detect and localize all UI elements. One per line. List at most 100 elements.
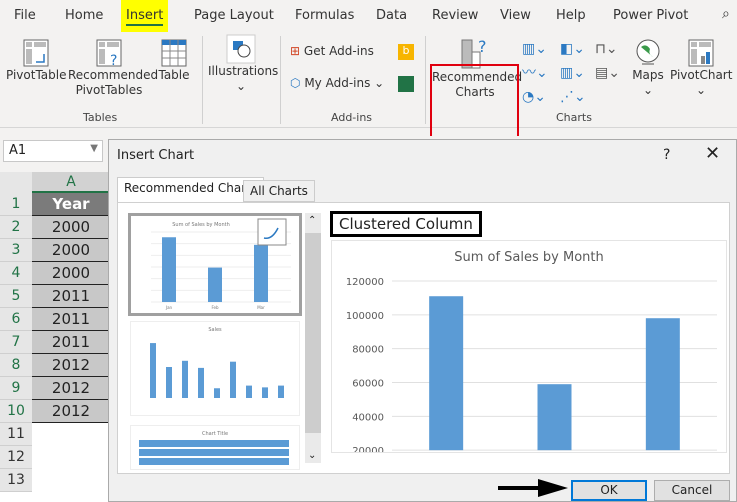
row-header[interactable]: 2 (0, 216, 32, 239)
tab-review[interactable]: Review (432, 8, 478, 23)
table-icon (161, 39, 187, 67)
recommended-pivot-icon (257, 218, 287, 246)
cell[interactable]: 2011 (32, 285, 110, 308)
thumbnail-hbar (139, 458, 289, 465)
globe-icon (636, 39, 660, 65)
thumbnail-scrollbar[interactable]: ⌃ ⌄ (305, 213, 321, 463)
tab-formulas[interactable]: Formulas (295, 8, 354, 23)
tab-view[interactable]: View (500, 8, 531, 23)
row-header[interactable]: 6 (0, 308, 32, 331)
cell[interactable]: Year (32, 193, 110, 216)
arrow-annotation (498, 479, 568, 497)
thumbnail-sales[interactable]: Sales (130, 321, 300, 416)
scroll-up-icon[interactable]: ⌃ (308, 215, 316, 226)
thumbnail-bar (166, 367, 172, 398)
ok-button[interactable]: OK (571, 480, 647, 501)
tab-file[interactable]: File (14, 8, 36, 23)
dialog-title: Insert Chart (117, 148, 195, 163)
y-tick-label: 120000 (346, 277, 384, 288)
get-addins-button[interactable]: ⊞ Get Add-ins (290, 44, 374, 58)
recommended-pivottables-label: Recommended PivotTables (68, 68, 159, 97)
illustrations-button[interactable]: Illustrations ⌄ (208, 34, 278, 94)
tab-insert[interactable]: Insert (121, 0, 169, 32)
chevron-down-icon[interactable]: ▼ (90, 143, 98, 154)
separator (280, 36, 281, 124)
illustrations-label: Illustrations (208, 64, 279, 78)
row-header[interactable]: 13 (0, 469, 32, 492)
cell[interactable]: 2011 (32, 331, 110, 354)
name-box[interactable]: A1 ▼ (3, 140, 103, 162)
help-button[interactable]: ? (663, 147, 670, 163)
row-header[interactable]: 8 (0, 354, 32, 377)
tab-all-charts[interactable]: All Charts (243, 180, 315, 202)
thumbnail-bar-chart[interactable]: Chart Title (130, 425, 300, 470)
pivottable-button[interactable]: PivotTable (6, 38, 67, 83)
scroll-down-icon[interactable]: ⌄ (308, 450, 316, 461)
cell[interactable]: 2012 (32, 400, 110, 423)
thumbnail-bar (182, 360, 188, 398)
thumbnail-bar (278, 385, 284, 398)
cell[interactable]: 2012 (32, 354, 110, 377)
name-box-value: A1 (9, 143, 27, 158)
table-label: Table (158, 68, 190, 82)
my-addins-button[interactable]: ⬡ My Add-ins ⌄ (290, 76, 384, 90)
search-icon[interactable]: ⌕ (722, 6, 730, 22)
row-header[interactable]: 5 (0, 285, 32, 308)
cell[interactable]: 2000 (32, 239, 110, 262)
bing-maps-icon[interactable]: b (398, 44, 414, 60)
row-header[interactable]: 10 (0, 400, 32, 423)
pivotchart-label: PivotChart (670, 68, 733, 82)
thumbnail-chart-2: Sales (150, 327, 284, 398)
column-header-a[interactable]: A (32, 172, 110, 193)
svg-text:?: ? (110, 53, 117, 68)
spreadsheet-grid: A 1 Year 2 2000 3 2000 4 2000 5 2011 6 2011 7 2011 8 20… (0, 172, 110, 502)
maps-button[interactable]: Maps ⌄ (630, 38, 666, 98)
thumbnail-title: Sales (208, 327, 222, 333)
row-header[interactable]: 11 (0, 423, 32, 446)
pivotchart-button[interactable]: PivotChart ⌄ (670, 38, 732, 98)
recommended-pivottables-button[interactable]: ? Recommended PivotTables (68, 38, 158, 98)
tab-home[interactable]: Home (65, 8, 103, 23)
table-button[interactable]: Table (154, 38, 194, 83)
chart-type-icons-3[interactable]: ⊓⌄ ▤⌄ (595, 37, 620, 85)
group-addins-label: Add-ins (331, 111, 373, 124)
chart-type-icons[interactable]: ▥⌄ 〰⌄ ◔⌄ (522, 37, 548, 109)
cell[interactable]: 2000 (32, 262, 110, 285)
tab-power-pivot[interactable]: Power Pivot (613, 8, 688, 23)
thumbnail-x-label: Feb (211, 305, 219, 310)
thumbnail-hbar (139, 449, 289, 456)
cell[interactable]: 2011 (32, 308, 110, 331)
cell[interactable]: 2012 (32, 377, 110, 400)
pivotchart-icon (688, 39, 714, 67)
row-header[interactable]: 12 (0, 446, 32, 469)
y-tick-label: 100000 (346, 311, 384, 322)
row-header[interactable]: 3 (0, 239, 32, 262)
close-button[interactable]: ✕ (705, 143, 720, 164)
my-addins-label: My Add-ins (304, 76, 371, 90)
bar-mar (645, 318, 680, 451)
row-header[interactable]: 1 (0, 193, 32, 216)
thumbnail-sum-of-sales[interactable]: Sum of Sales by Month Jan Feb Mar (128, 213, 302, 316)
store-icon: ⊞ (290, 44, 301, 58)
ribbon-tabs: File Home Insert Page Layout Formulas Da… (0, 0, 737, 32)
scrollbar-thumb[interactable] (305, 233, 321, 433)
chart-preview: Sum of Sales by Month 20000 40000 60000 8000… (331, 240, 727, 457)
cancel-button[interactable]: Cancel (654, 480, 730, 501)
select-all-corner[interactable] (0, 172, 32, 193)
cell[interactable]: 2000 (32, 216, 110, 239)
pivottable-icon (23, 39, 49, 67)
addin-icon: ⬡ (290, 76, 301, 90)
tab-data[interactable]: Data (376, 8, 407, 23)
thumbnail-title: Chart Title (202, 431, 228, 437)
tab-page-layout[interactable]: Page Layout (194, 8, 274, 23)
tab-help[interactable]: Help (556, 8, 586, 23)
group-tables-label: Tables (83, 111, 118, 124)
chart-type-icons-2[interactable]: ◧⌄ ▥⌄ ⋰⌄ (560, 37, 586, 109)
row-header[interactable]: 7 (0, 331, 32, 354)
row-header[interactable]: 9 (0, 377, 32, 400)
main-chart: Sum of Sales by Month 20000 40000 60000 8000… (346, 250, 717, 457)
thumbnail-bar (214, 388, 220, 398)
y-tick-label: 20000 (352, 446, 384, 452)
people-graph-icon[interactable] (398, 76, 414, 92)
row-header[interactable]: 4 (0, 262, 32, 285)
